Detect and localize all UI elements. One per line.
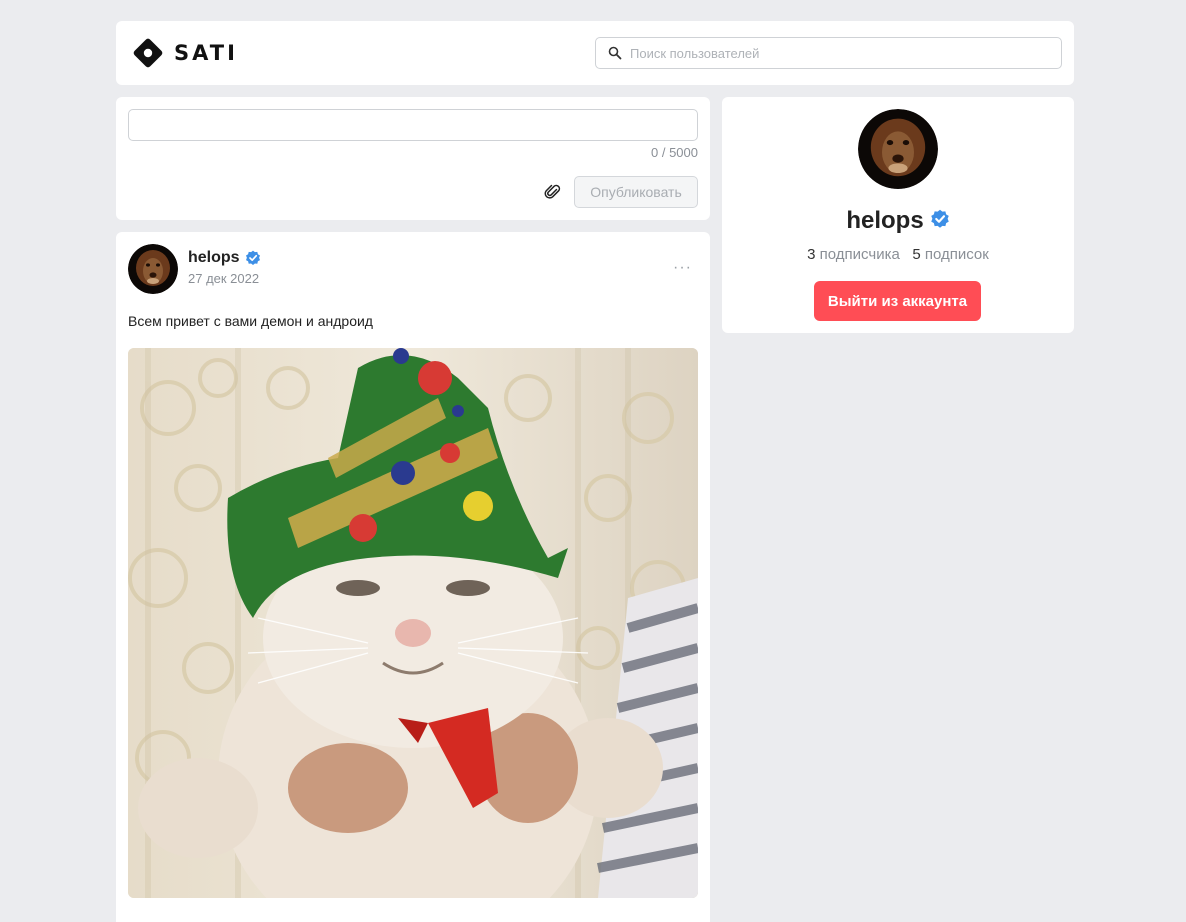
profile-name-row: helops <box>722 207 1074 235</box>
logo-icon <box>133 38 163 68</box>
avatar[interactable] <box>128 244 178 294</box>
avatar-image <box>858 109 938 189</box>
search-box[interactable] <box>595 37 1062 69</box>
follow-stats: 3 подписчика 5 подписок <box>722 246 1074 263</box>
followers-count: 3 <box>807 246 816 263</box>
logout-button[interactable]: Выйти из аккаунта <box>814 281 981 321</box>
followers-label: подписчика <box>819 246 900 263</box>
top-header: SATI <box>116 21 1074 85</box>
post-text: Всем привет с вами демон и андроид <box>128 313 373 329</box>
following-label: подписок <box>924 246 989 263</box>
more-options-icon[interactable]: ··· <box>673 259 692 277</box>
following-link[interactable]: 5 подписок <box>912 246 988 263</box>
followers-link[interactable]: 3 подписчика <box>807 246 900 263</box>
cat-in-hat-image <box>128 348 698 898</box>
profile-name: helops <box>846 207 924 234</box>
search-input[interactable] <box>630 45 1050 61</box>
publish-button[interactable]: Опубликовать <box>574 176 698 208</box>
verified-badge-icon <box>245 250 260 265</box>
post-author[interactable]: helops <box>188 249 261 267</box>
search-icon <box>608 46 622 60</box>
author-name[interactable]: helops <box>188 249 240 267</box>
logo-text: SATI <box>174 41 238 65</box>
profile-card: helops 3 подписчика 5 подписок Выйти из … <box>722 97 1074 333</box>
attach-icon[interactable] <box>544 183 562 201</box>
logo[interactable]: SATI <box>132 37 238 69</box>
character-counter: 0 / 5000 <box>651 145 698 160</box>
post-composer: 0 / 5000 Опубликовать <box>116 97 710 220</box>
verified-badge-icon <box>930 209 949 228</box>
following-count: 5 <box>912 246 921 263</box>
avatar-image <box>128 244 178 294</box>
post-date: 27 дек 2022 <box>188 271 260 286</box>
avatar[interactable] <box>858 109 938 189</box>
post-image[interactable] <box>128 348 698 898</box>
post-text-input[interactable] <box>128 109 698 141</box>
post-card: helops 27 дек 2022 ··· Всем привет с вам… <box>116 232 710 922</box>
